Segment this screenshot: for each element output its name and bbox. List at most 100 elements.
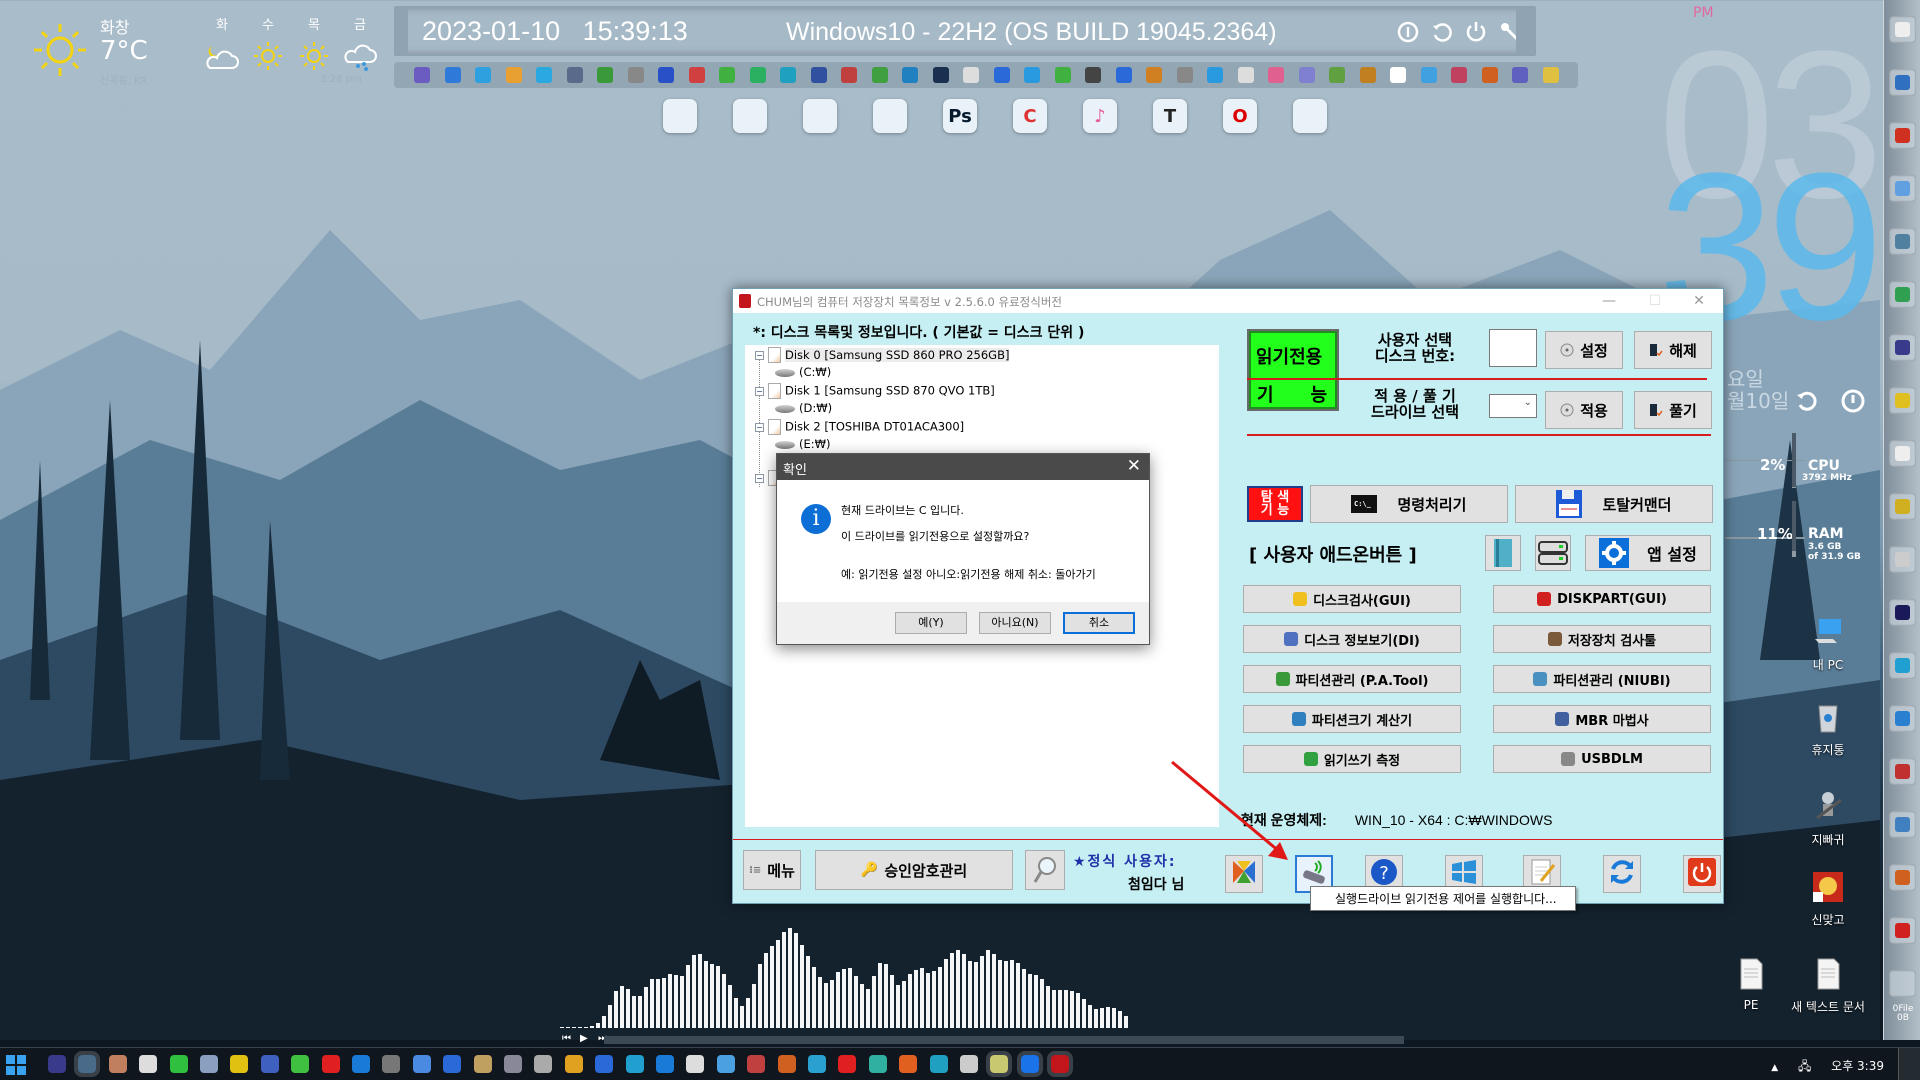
photoshop-icon[interactable]: Ps: [943, 99, 977, 133]
quick-launch-icon[interactable]: [871, 67, 888, 83]
password-manager-button[interactable]: 🔑 승인암호관리: [815, 850, 1013, 890]
taskbar-app-icon[interactable]: [108, 1055, 127, 1073]
search-function-button[interactable]: 탐 색 기 능: [1247, 486, 1303, 522]
quick-launch-icon[interactable]: [1054, 67, 1071, 83]
quick-launch-icon[interactable]: [932, 67, 949, 83]
windows-tile-icon[interactable]: [1889, 652, 1916, 679]
quick-launch-icon[interactable]: [1085, 67, 1101, 83]
taskbar-app-icon[interactable]: [352, 1055, 370, 1073]
settings-icon[interactable]: [1889, 546, 1916, 573]
recycle-bin-icon[interactable]: [1889, 970, 1916, 997]
tree-disk-item[interactable]: − Disk 2 [TOSHIBA DT01ACA300]: [745, 419, 964, 437]
ccleaner-icon[interactable]: C: [1013, 99, 1047, 133]
taskbar-app-icon[interactable]: [747, 1055, 766, 1073]
typora-icon[interactable]: T: [1153, 99, 1187, 133]
quick-launch-icon[interactable]: [536, 67, 552, 83]
quick-launch-icon[interactable]: [810, 67, 827, 83]
restart-icon[interactable]: [1430, 20, 1454, 44]
photoshop-icon[interactable]: [1889, 599, 1916, 626]
quick-launch-icon[interactable]: [1237, 67, 1254, 83]
taskbar-app-icon[interactable]: [139, 1055, 158, 1073]
faststone-icon[interactable]: [1889, 122, 1916, 149]
cancel-button[interactable]: 취소: [1063, 612, 1135, 634]
backup-icon[interactable]: [1889, 228, 1916, 255]
chrome-icon[interactable]: [1293, 99, 1327, 133]
quick-launch-icon[interactable]: [1298, 67, 1315, 83]
disk-number-input[interactable]: [1489, 329, 1537, 367]
ccleaner-broom-icon[interactable]: [873, 99, 907, 133]
taskbar-app-icon[interactable]: [808, 1055, 826, 1073]
play-button[interactable]: ▶: [580, 1033, 588, 1044]
minimize-button[interactable]: —: [1589, 291, 1629, 311]
total-commander-button[interactable]: 토탈커맨더: [1515, 485, 1713, 523]
quick-launch-icon[interactable]: [658, 67, 674, 83]
quick-launch-icon[interactable]: [688, 67, 705, 83]
taskbar-clock[interactable]: 오후 3:39: [1831, 1059, 1884, 1073]
ram-module-icon[interactable]: [1889, 493, 1916, 520]
quick-launch-icon[interactable]: [1024, 67, 1040, 83]
quick-launch-icon[interactable]: [566, 67, 583, 83]
taskbar-app-icon[interactable]: [1016, 1051, 1043, 1077]
quick-launch-icon[interactable]: [1481, 67, 1498, 83]
apply-button[interactable]: 적용: [1545, 391, 1623, 429]
taskbar-app-icon[interactable]: [48, 1055, 66, 1073]
search-button[interactable]: [1025, 850, 1065, 890]
quick-launch-icon[interactable]: [627, 67, 644, 83]
taskbar-app-icon[interactable]: [321, 1055, 340, 1073]
drive-manager-button[interactable]: [1535, 535, 1571, 571]
dialog-titlebar[interactable]: 확인: [777, 454, 1149, 480]
taskbar-app-icon[interactable]: [534, 1055, 553, 1073]
taskbar-app-icon[interactable]: [443, 1055, 462, 1073]
quick-launch-icon[interactable]: [719, 67, 735, 83]
maximize-button[interactable]: ☐: [1635, 291, 1675, 311]
opera-icon[interactable]: O: [1223, 99, 1257, 133]
taskbar-app-icon[interactable]: [260, 1055, 279, 1073]
remote-desktop-icon[interactable]: [1889, 175, 1916, 202]
faststone-capture-icon[interactable]: [733, 99, 767, 133]
start-button[interactable]: [6, 1055, 26, 1075]
quick-launch-icon[interactable]: [902, 67, 918, 83]
addon-button[interactable]: 디스크 정보보기(DI): [1243, 625, 1461, 653]
quick-launch-icon[interactable]: [597, 67, 613, 83]
desktop-icon-game[interactable]: 신맞고: [1790, 870, 1866, 928]
screen-recorder-icon[interactable]: [1889, 917, 1916, 944]
desktop-icon-recycle-bin[interactable]: 휴지통: [1790, 700, 1866, 758]
addon-button[interactable]: 디스크검사(GUI): [1243, 585, 1461, 613]
firewall-icon[interactable]: [1889, 758, 1916, 785]
window-titlebar[interactable]: CHUM님의 컴퓨터 저장장치 목록정보 v 2.5.6.0 유료정식버전 — …: [733, 289, 1723, 313]
quick-launch-icon[interactable]: [1176, 67, 1193, 83]
taskbar-app-icon[interactable]: [929, 1055, 948, 1073]
restart-icon[interactable]: [1794, 388, 1820, 414]
taskbar-app-icon[interactable]: [899, 1055, 918, 1073]
quick-launch-icon[interactable]: [749, 67, 766, 83]
taskbar-app-icon[interactable]: [716, 1055, 735, 1073]
yes-button[interactable]: 예(Y): [895, 612, 967, 634]
quick-launch-icon[interactable]: [1146, 67, 1162, 83]
taskbar-app-icon[interactable]: [777, 1055, 796, 1073]
tree-drive-item[interactable]: (D:₩): [775, 401, 832, 419]
app-settings-button[interactable]: 앱 설정: [1585, 535, 1711, 571]
quick-launch-icon[interactable]: [505, 67, 522, 83]
taskbar-app-icon[interactable]: [595, 1055, 614, 1073]
quick-launch-icon[interactable]: [1359, 67, 1376, 83]
drive-select-dropdown[interactable]: ⌄: [1489, 394, 1537, 418]
taskbar-app-icon[interactable]: [960, 1055, 978, 1073]
release-button[interactable]: 해제: [1634, 331, 1712, 369]
quick-launch-icon[interactable]: [414, 67, 430, 83]
taskbar-app-icon[interactable]: [412, 1055, 431, 1073]
quick-launch-icon[interactable]: [1390, 67, 1406, 83]
itunes-icon[interactable]: ♪: [1083, 99, 1117, 133]
prev-track-button[interactable]: ⏮: [562, 1033, 571, 1044]
media-app-icon[interactable]: [1889, 334, 1916, 361]
quick-launch-icon[interactable]: [1512, 67, 1528, 83]
addon-button[interactable]: DISKPART(GUI): [1493, 585, 1711, 613]
taskbar-app-icon[interactable]: [382, 1055, 401, 1073]
taskbar-app-icon[interactable]: [504, 1055, 522, 1073]
play-icon[interactable]: [1889, 387, 1916, 414]
taskbar-app-icon[interactable]: [200, 1055, 218, 1073]
quick-launch-icon[interactable]: [1115, 67, 1132, 83]
quick-launch-icon[interactable]: [1329, 67, 1345, 83]
readonly-function-button[interactable]: 읽기전용 기 능: [1247, 329, 1339, 411]
lightning-app-icon[interactable]: [803, 99, 837, 133]
taskbar-app-icon[interactable]: [564, 1055, 583, 1073]
